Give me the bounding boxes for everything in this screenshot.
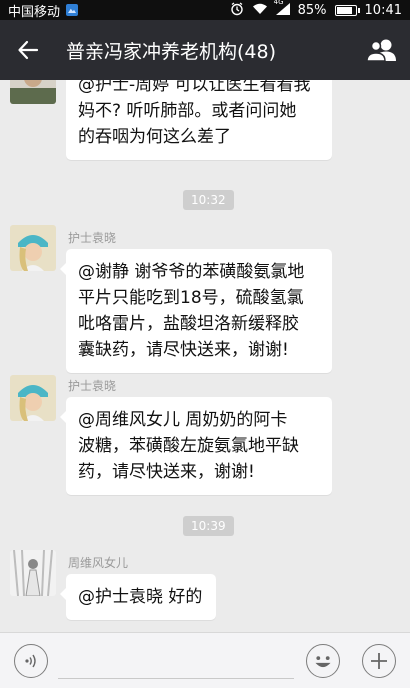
message-list[interactable]: @护士-周婷 可以让医生看看我 妈不? 听听肺部。或者问问她 的吞咽为何这么差了… — [0, 80, 410, 632]
sender-name: 周维风女儿 — [68, 556, 129, 570]
battery-icon — [334, 4, 360, 16]
signal-icon: 4G — [273, 0, 290, 18]
image-notification-icon — [66, 4, 79, 16]
emoji-icon[interactable] — [306, 644, 340, 678]
sender-avatar[interactable] — [10, 80, 56, 104]
alarm-clock-icon — [230, 1, 244, 19]
message-bubble[interactable]: @谢静 谢爷爷的苯磺酸氨氯地 平片只能吃到18号，硫酸氢氯 吡咯雷片，盐酸坦洛新… — [60, 249, 332, 373]
message-bubble[interactable]: @护士-周婷 可以让医生看看我 妈不? 听听肺部。或者问问她 的吞咽为何这么差了 — [66, 80, 332, 160]
message-line: @护士袁晓 好的 — [78, 587, 203, 607]
sender-avatar[interactable] — [10, 375, 56, 421]
timestamp-divider: 10:39 — [183, 516, 234, 536]
message-line: @护士-周婷 可以让医生看看我 — [78, 80, 311, 95]
message-line: @周维风女儿 周奶奶的阿卡 — [78, 410, 288, 430]
status-bar: 中国移动 4G 85% 10:41 — [0, 0, 410, 20]
group-members-icon[interactable] — [354, 20, 410, 80]
sender-avatar[interactable] — [10, 550, 56, 596]
message-line: 药，请尽快送来，谢谢! — [78, 462, 255, 482]
message-bubble[interactable]: @周维风女儿 周奶奶的阿卡 波糖，苯磺酸左旋氨氯地平缺 药，请尽快送来，谢谢! — [60, 397, 332, 495]
message-line: 的吞咽为何这么差了 — [78, 127, 231, 147]
sender-avatar[interactable] — [10, 225, 56, 271]
message-input[interactable] — [58, 643, 294, 679]
sender-name: 护士袁晓 — [68, 379, 117, 393]
battery-percent: 85% — [297, 2, 327, 18]
message-line: 囊缺药，请尽快送来，谢谢! — [78, 340, 289, 360]
message-line: 平片只能吃到18号，硫酸氢氯 — [78, 288, 304, 308]
chat-header: 普亲冯家冲养老机构(48) — [0, 20, 410, 80]
message-line: 妈不? 听听肺部。或者问问她 — [78, 101, 297, 121]
timestamp-divider: 10:32 — [183, 190, 234, 210]
group-chat-title: 普亲冯家冲养老机构(48) — [66, 40, 277, 63]
message-bubble[interactable]: @护士袁晓 好的 — [60, 574, 216, 620]
network-type-label: 4G — [273, 0, 284, 6]
status-time: 10:41 — [364, 2, 402, 18]
message-line: @谢静 谢爷爷的苯磺酸氨氯地 — [78, 262, 305, 282]
message-input-bar — [0, 632, 410, 688]
wifi-icon — [252, 3, 268, 18]
back-arrow-icon[interactable] — [0, 20, 56, 80]
voice-icon[interactable] — [14, 644, 48, 678]
plus-icon[interactable] — [362, 644, 396, 678]
message-line: 波糖，苯磺酸左旋氨氯地平缺 — [78, 436, 299, 456]
message-line: 吡咯雷片，盐酸坦洛新缓释胶 — [78, 314, 299, 334]
carrier-label: 中国移动 — [8, 4, 61, 20]
sender-name: 护士袁晓 — [68, 231, 117, 245]
